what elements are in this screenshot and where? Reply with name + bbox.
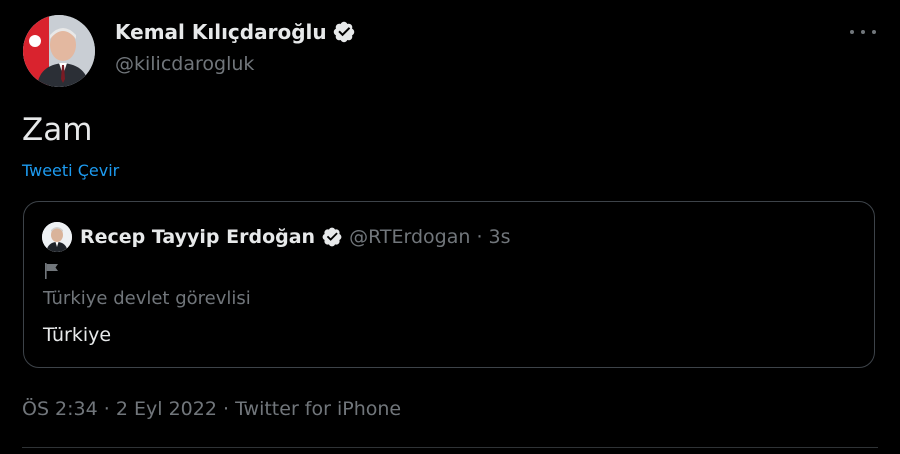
quoted-tweet-time[interactable]: 3s: [488, 226, 510, 248]
flag-icon: [45, 263, 58, 279]
more-dot-icon: [861, 30, 865, 34]
header-separator: ·: [476, 226, 483, 248]
author-name-row[interactable]: Kemal Kılıçdaroğlu: [115, 20, 356, 44]
verified-badge-icon: [333, 21, 354, 43]
avatar-photo-icon: [23, 15, 95, 87]
author-avatar[interactable]: [23, 15, 95, 87]
quoted-tweet-text: Türkiye: [43, 324, 112, 346]
translate-tweet-link[interactable]: Tweeti Çevir: [22, 161, 119, 180]
quoted-author-handle[interactable]: @RTErdogan: [349, 226, 470, 248]
government-official-label: Türkiye devlet görevlisi: [43, 288, 251, 309]
tweet-metadata: ÖS 2:34 · 2 Eyl 2022 · Twitter for iPhon…: [22, 398, 401, 420]
divider: [22, 447, 878, 448]
meta-separator: ·: [222, 398, 230, 420]
quoted-tweet-header: Recep Tayyip Erdoğan @RTErdogan · 3s: [80, 226, 510, 248]
tweet-source[interactable]: Twitter for iPhone: [235, 398, 401, 420]
quoted-author-name[interactable]: Recep Tayyip Erdoğan: [80, 226, 315, 248]
tweet-date[interactable]: 2 Eyl 2022: [116, 398, 217, 420]
more-options-button[interactable]: [850, 22, 876, 42]
tweet-detail: Kemal Kılıçdaroğlu @kilicdarogluk Zam Tw…: [0, 0, 900, 454]
more-dot-icon: [872, 30, 876, 34]
meta-separator: ·: [103, 398, 110, 420]
more-dot-icon: [850, 30, 854, 34]
tweet-time[interactable]: ÖS 2:34: [22, 398, 98, 420]
tweet-text: Zam: [22, 112, 93, 148]
quoted-tweet-card[interactable]: Recep Tayyip Erdoğan @RTErdogan · 3s Tür…: [23, 201, 875, 368]
quoted-author-avatar[interactable]: [42, 222, 72, 252]
author-handle[interactable]: @kilicdarogluk: [115, 53, 254, 75]
quoted-verified-badge-icon: [322, 227, 342, 247]
quoted-avatar-photo-icon: [42, 222, 72, 252]
author-name[interactable]: Kemal Kılıçdaroğlu: [115, 20, 327, 44]
